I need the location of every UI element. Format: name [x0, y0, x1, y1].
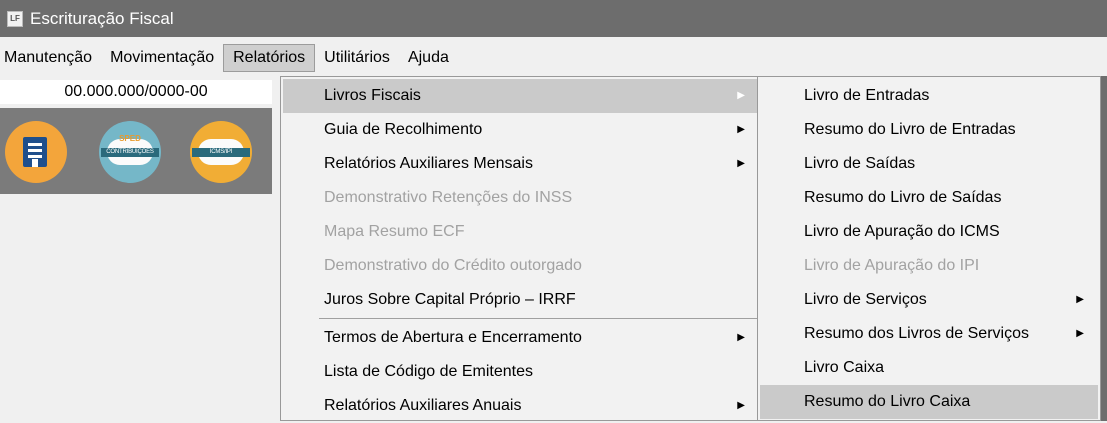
building-icon[interactable] — [5, 121, 67, 183]
submenu-arrow-icon: ▶ — [737, 90, 745, 101]
menu-item-label: Demonstrativo do Crédito outorgado — [324, 257, 582, 274]
menu-item-termos-abertura[interactable]: Termos de Abertura e Encerramento ▶ — [283, 321, 759, 355]
menu-item-label: Mapa Resumo ECF — [324, 223, 465, 240]
submenu-arrow-icon: ▶ — [1076, 294, 1084, 305]
menu-item-demonstrativo-credito: Demonstrativo do Crédito outorgado — [283, 249, 759, 283]
submenu-item-apuracao-icms[interactable]: Livro de Apuração do ICMS — [760, 215, 1098, 249]
menu-item-label: Lista de Código de Emitentes — [324, 363, 534, 380]
livros-fiscais-submenu: Livro de Entradas Resumo do Livro de Ent… — [757, 76, 1101, 421]
menu-item-juros-capital[interactable]: Juros Sobre Capital Próprio – IRRF — [283, 283, 759, 317]
title-bar: LF Escrituração Fiscal — [0, 0, 1107, 37]
menu-item-relatorios-auxiliares-mensais[interactable]: Relatórios Auxiliares Mensais ▶ — [283, 147, 759, 181]
submenu-arrow-icon: ▶ — [737, 400, 745, 411]
submenu-item-apuracao-ipi: Livro de Apuração do IPI — [760, 249, 1098, 283]
submenu-arrow-icon: ▶ — [737, 332, 745, 343]
shortcut-toolbar: SPED CONTRIBUIÇÕES ICMS/IPI — [0, 108, 272, 194]
menu-item-mapa-resumo-ecf: Mapa Resumo ECF — [283, 215, 759, 249]
submenu-item-livro-caixa[interactable]: Livro Caixa — [760, 351, 1098, 385]
menu-item-label: Resumo do Livro de Saídas — [804, 189, 1002, 206]
menu-separator — [319, 318, 759, 319]
contribuicoes-banner: CONTRIBUIÇÕES — [101, 148, 159, 157]
menu-movimentacao[interactable]: Movimentação — [101, 44, 223, 72]
menu-utilitarios[interactable]: Utilitários — [315, 44, 399, 72]
window-right-edge — [1101, 76, 1107, 421]
menu-item-label: Juros Sobre Capital Próprio – IRRF — [324, 291, 576, 308]
menu-item-guia-recolhimento[interactable]: Guia de Recolhimento ▶ — [283, 113, 759, 147]
submenu-arrow-icon: ▶ — [1076, 328, 1084, 339]
menu-item-livros-fiscais[interactable]: Livros Fiscais ▶ — [283, 79, 759, 113]
company-cnpj-field[interactable]: 00.000.000/0000-00 — [0, 80, 272, 104]
submenu-arrow-icon: ▶ — [737, 124, 745, 135]
relatorios-dropdown: Livros Fiscais ▶ Guia de Recolhimento ▶ … — [280, 76, 762, 421]
icms-ipi-icon[interactable]: ICMS/IPI — [190, 121, 252, 183]
menu-item-label: Livro de Saídas — [804, 155, 916, 172]
menu-relatorios[interactable]: Relatórios — [223, 44, 316, 72]
menu-item-label: Relatórios Auxiliares Mensais — [324, 155, 533, 172]
submenu-item-resumo-servicos[interactable]: Resumo dos Livros de Serviços ▶ — [760, 317, 1098, 351]
menu-item-label: Relatórios Auxiliares Anuais — [324, 397, 522, 414]
submenu-item-resumo-saidas[interactable]: Resumo do Livro de Saídas — [760, 181, 1098, 215]
menu-item-label: Termos de Abertura e Encerramento — [324, 329, 582, 346]
menu-item-relatorios-auxiliares-anuais[interactable]: Relatórios Auxiliares Anuais ▶ — [283, 389, 759, 423]
icms-ipi-banner: ICMS/IPI — [192, 148, 250, 157]
menu-item-label: Resumo do Livro Caixa — [804, 393, 971, 410]
menu-item-label: Resumo dos Livros de Serviços — [804, 325, 1029, 342]
submenu-item-resumo-caixa[interactable]: Resumo do Livro Caixa — [760, 385, 1098, 419]
menu-ajuda[interactable]: Ajuda — [399, 44, 458, 72]
menu-item-demonstrativo-inss: Demonstrativo Retenções do INSS — [283, 181, 759, 215]
app-logo-icon: LF — [7, 10, 23, 27]
menu-bar: Manutenção Movimentação Relatórios Utili… — [0, 44, 1107, 72]
submenu-item-livro-entradas[interactable]: Livro de Entradas — [760, 79, 1098, 113]
submenu-item-livro-servicos[interactable]: Livro de Serviços ▶ — [760, 283, 1098, 317]
menu-item-label: Livro de Serviços — [804, 291, 927, 308]
menu-item-label: Livro Caixa — [804, 359, 885, 376]
menu-item-label: Livro de Apuração do IPI — [804, 257, 980, 274]
menu-item-label: Demonstrativo Retenções do INSS — [324, 189, 573, 206]
menu-item-label: Guia de Recolhimento — [324, 121, 483, 138]
menu-item-label: Livro de Apuração do ICMS — [804, 223, 1000, 240]
submenu-item-resumo-entradas[interactable]: Resumo do Livro de Entradas — [760, 113, 1098, 147]
menu-manutencao[interactable]: Manutenção — [0, 44, 101, 72]
submenu-arrow-icon: ▶ — [737, 158, 745, 169]
sped-contribuicoes-icon[interactable]: SPED CONTRIBUIÇÕES — [99, 121, 161, 183]
building-glyph — [23, 137, 47, 167]
menu-item-label: Livro de Entradas — [804, 87, 930, 104]
menu-item-lista-emitentes[interactable]: Lista de Código de Emitentes — [283, 355, 759, 389]
submenu-item-livro-saidas[interactable]: Livro de Saídas — [760, 147, 1098, 181]
menu-item-label: Resumo do Livro de Entradas — [804, 121, 1016, 138]
window-title: Escrituração Fiscal — [30, 8, 174, 28]
sped-text: SPED — [119, 134, 141, 143]
menu-item-label: Livros Fiscais — [324, 87, 421, 104]
